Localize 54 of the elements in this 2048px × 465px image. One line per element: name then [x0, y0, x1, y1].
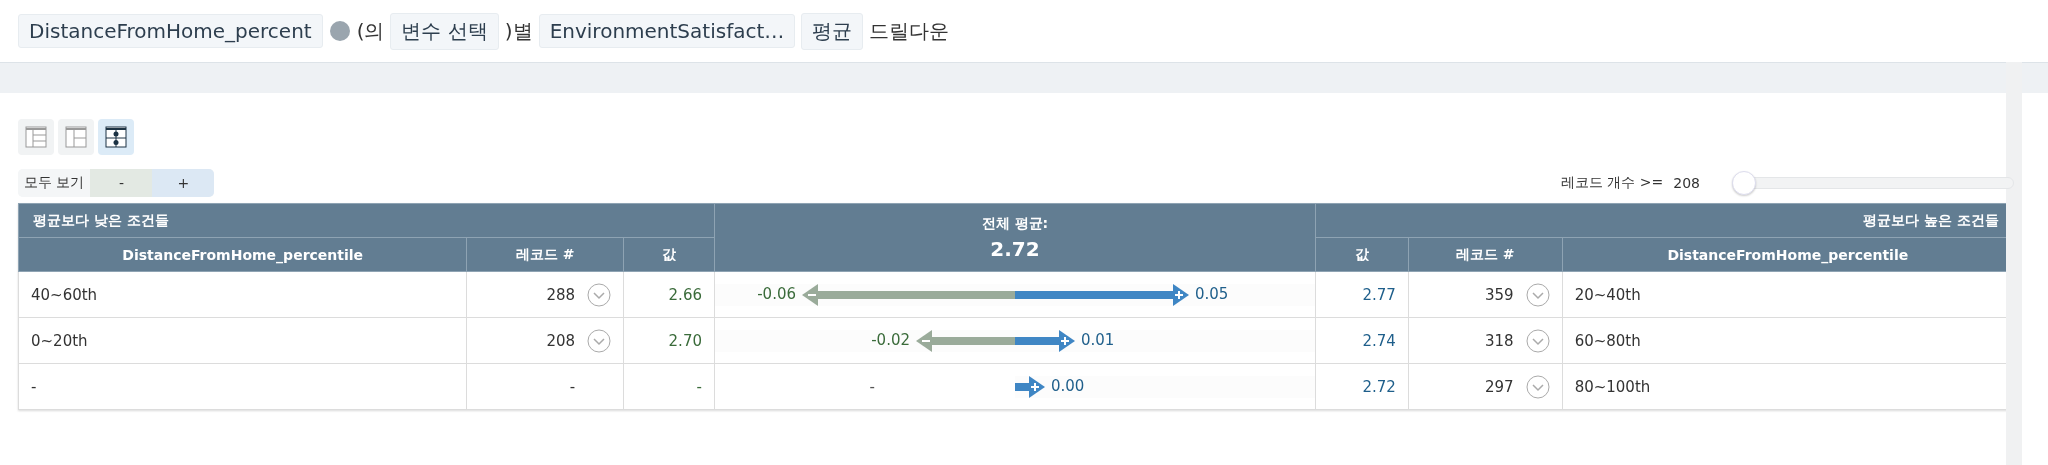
- view-toggle[interactable]: [18, 119, 54, 155]
- table-cell: 208: [466, 317, 624, 364]
- record-count-value: 208: [1673, 175, 1700, 191]
- lower-conditions-header: 평균보다 낮은 조건들: [18, 203, 715, 238]
- overall-average-label: 전체 평균:: [980, 214, 1050, 233]
- difference-value: -: [869, 377, 875, 396]
- record-count-slider[interactable]: [1732, 171, 2014, 195]
- record-count-label: 레코드 개수 >=: [1560, 174, 1664, 192]
- expand-icon[interactable]: [587, 328, 612, 353]
- table-cell: 2.72: [1315, 363, 1409, 410]
- table-cell: 288: [466, 271, 624, 318]
- table-cell: 2.70: [623, 317, 715, 364]
- view-toggle[interactable]: [58, 119, 94, 155]
- expand-icon[interactable]: [1525, 282, 1550, 307]
- split-layout-icon: [104, 125, 128, 149]
- zoom-out-button[interactable]: -: [90, 169, 153, 197]
- difference-value: -0.02: [871, 330, 910, 349]
- difference-value: -0.06: [757, 284, 796, 303]
- column-header: DistanceFromHome_percentile: [18, 237, 467, 272]
- table-cell: 40~60th: [18, 271, 467, 318]
- table-cell: 2.66: [623, 271, 715, 318]
- table-cell: 0~20th: [18, 317, 467, 364]
- column-header: 레코드 #: [1408, 237, 1563, 272]
- overall-average-value: 2.72: [989, 236, 1041, 261]
- panel-layout-icon: [64, 125, 88, 149]
- table-cell: 318: [1408, 317, 1563, 364]
- column-header: 레코드 #: [466, 237, 624, 272]
- difference-value: 0.01: [1081, 330, 1115, 349]
- field-chip[interactable]: DistanceFromHome_percent: [18, 14, 323, 48]
- table-cell: 2.77: [1315, 271, 1409, 318]
- table-cell: 297: [1408, 363, 1563, 410]
- table-cell: -: [18, 363, 467, 410]
- table-cell: 2.74: [1315, 317, 1409, 364]
- aggregate-chip[interactable]: 평균: [801, 12, 864, 50]
- zoom-in-button[interactable]: +: [152, 169, 215, 197]
- slider-thumb[interactable]: [1732, 171, 1756, 195]
- connector-text: (의: [356, 17, 385, 45]
- circle-icon: [328, 20, 351, 42]
- difference-value: 0.05: [1195, 284, 1229, 303]
- table-cell: -: [623, 363, 715, 410]
- table-cell: 359: [1408, 271, 1563, 318]
- expand-icon[interactable]: [587, 282, 612, 307]
- table-layout-icon: [24, 125, 48, 149]
- view-toggle[interactable]: [98, 119, 134, 155]
- expand-icon[interactable]: [1525, 328, 1550, 353]
- expand-icon[interactable]: [1525, 374, 1550, 399]
- table-cell: -: [466, 363, 624, 410]
- target-chip[interactable]: EnvironmentSatisfact…: [538, 14, 796, 48]
- column-header: 값: [1315, 237, 1409, 272]
- difference-value: 0.00: [1051, 376, 1085, 395]
- by-text: )별: [504, 17, 533, 45]
- drilldown-text: 드릴다운: [869, 17, 950, 45]
- column-header: 값: [623, 237, 715, 272]
- variable-chip[interactable]: 변수 선택: [390, 12, 499, 50]
